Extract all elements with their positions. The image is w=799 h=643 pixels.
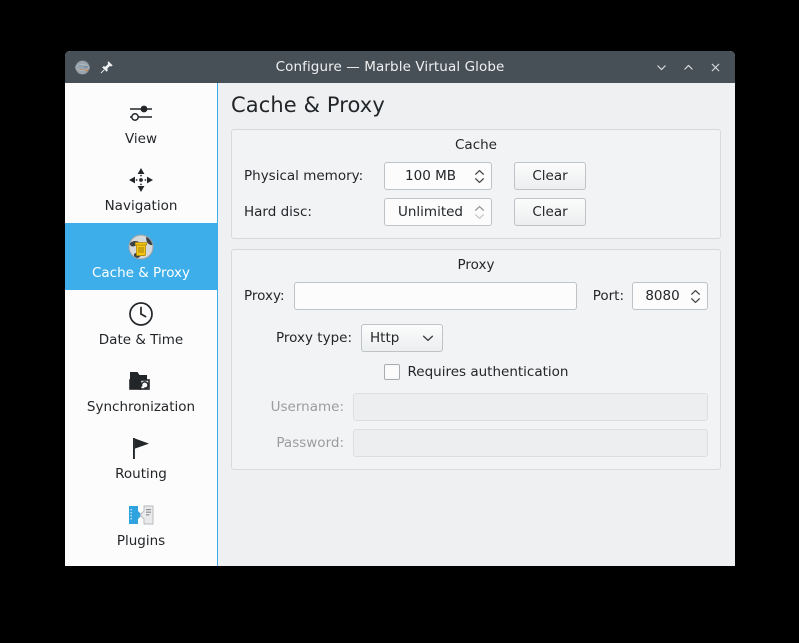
requires-authentication-row: Requires authentication [244, 364, 708, 380]
sidebar-item-synchronization[interactable]: Synchronization [65, 357, 217, 424]
port-value: 8080 [645, 288, 680, 304]
proxy-type-select[interactable]: Http [361, 324, 443, 352]
window-title: Configure — Marble Virtual Globe [275, 59, 505, 75]
plugins-icon [125, 498, 157, 532]
sidebar-item-navigation[interactable]: Navigation [65, 156, 217, 223]
hard-disc-value: Unlimited [397, 204, 463, 220]
physical-memory-spinbox[interactable]: 100 MB [384, 162, 492, 190]
spinbox-arrows[interactable] [474, 169, 485, 184]
proxy-label: Proxy: [244, 288, 285, 304]
proxy-groupbox: Proxy Proxy: Port: 8080 Proxy type: Http… [231, 249, 721, 470]
chevron-up-icon [475, 205, 484, 211]
chevron-down-icon [422, 335, 434, 342]
port-spinbox[interactable]: 8080 [632, 282, 708, 310]
port-label: Port: [592, 288, 624, 304]
sidebar-item-label: Date & Time [98, 332, 184, 348]
folder-sync-icon [126, 364, 156, 398]
username-row: Username: [244, 393, 708, 421]
navigation-cross-icon [126, 163, 156, 197]
clear-hard-disc-button[interactable]: Clear [514, 198, 586, 226]
proxy-type-value: Http [370, 330, 400, 346]
spinbox-arrows[interactable] [474, 205, 485, 220]
proxy-group-title: Proxy [457, 257, 495, 273]
proxy-input[interactable] [294, 282, 577, 310]
spinbox-arrows[interactable] [690, 289, 701, 304]
proxy-type-row: Proxy type: Http [244, 324, 708, 352]
titlebar: Configure — Marble Virtual Globe [65, 51, 735, 83]
sidebar-item-plugins[interactable]: Plugins [65, 491, 217, 558]
proxy-type-label: Proxy type: [276, 330, 352, 346]
sidebar-item-label: Navigation [104, 198, 178, 214]
configure-dialog-window: Configure — Marble Virtual Globe View Na… [65, 51, 735, 566]
clear-physical-memory-button[interactable]: Clear [514, 162, 586, 190]
physical-memory-value: 100 MB [405, 168, 456, 184]
chevron-up-icon [475, 169, 484, 175]
chevron-up-icon [691, 289, 700, 295]
minimize-button[interactable] [650, 56, 672, 78]
sidebar-item-label: Routing [115, 466, 167, 482]
sliders-icon [126, 96, 156, 130]
chevron-down-icon [475, 213, 484, 219]
pin-icon[interactable] [100, 60, 114, 74]
chevron-down-icon [475, 177, 484, 183]
chevron-down-icon [691, 297, 700, 303]
flag-icon [126, 431, 156, 465]
cache-group-title: Cache [455, 137, 497, 153]
proxy-address-row: Proxy: Port: 8080 [244, 282, 708, 310]
sidebar-item-date-time[interactable]: Date & Time [65, 290, 217, 357]
sidebar-item-label: Plugins [116, 533, 166, 549]
window-controls [645, 56, 735, 78]
password-input[interactable] [353, 429, 708, 457]
hard-disc-spinbox[interactable]: Unlimited [384, 198, 492, 226]
username-input[interactable] [353, 393, 708, 421]
sidebar-item-label: Cache & Proxy [91, 265, 191, 281]
globe-icon [74, 59, 91, 76]
cache-groupbox: Cache Physical memory: 100 MB Clear Hard… [231, 129, 721, 239]
settings-sidebar: View Navigation Cache & Proxy Date & Tim… [65, 83, 218, 566]
hard-disc-row: Hard disc: Unlimited Clear [244, 198, 708, 226]
dialog-body: View Navigation Cache & Proxy Date & Tim… [65, 83, 735, 566]
sidebar-item-routing[interactable]: Routing [65, 424, 217, 491]
clock-icon [127, 297, 155, 331]
username-label: Username: [270, 399, 344, 415]
requires-authentication-checkbox[interactable] [383, 364, 400, 380]
physical-memory-label: Physical memory: [244, 168, 364, 184]
titlebar-left-icons [65, 59, 135, 76]
sidebar-item-label: View [124, 131, 158, 147]
password-label: Password: [276, 435, 344, 451]
hard-disc-label: Hard disc: [244, 204, 312, 220]
sidebar-item-view[interactable]: View [65, 89, 217, 156]
sidebar-item-cache-proxy[interactable]: Cache & Proxy [65, 223, 217, 290]
physical-memory-row: Physical memory: 100 MB Clear [244, 162, 708, 190]
page-title: Cache & Proxy [231, 93, 385, 117]
requires-authentication-label: Requires authentication [407, 364, 569, 380]
password-row: Password: [244, 429, 708, 457]
close-button[interactable] [704, 56, 726, 78]
maximize-button[interactable] [677, 56, 699, 78]
settings-content-pane: Cache & Proxy Cache Physical memory: 100… [218, 83, 735, 566]
globe-trash-icon [126, 230, 156, 264]
sidebar-item-label: Synchronization [86, 399, 196, 415]
